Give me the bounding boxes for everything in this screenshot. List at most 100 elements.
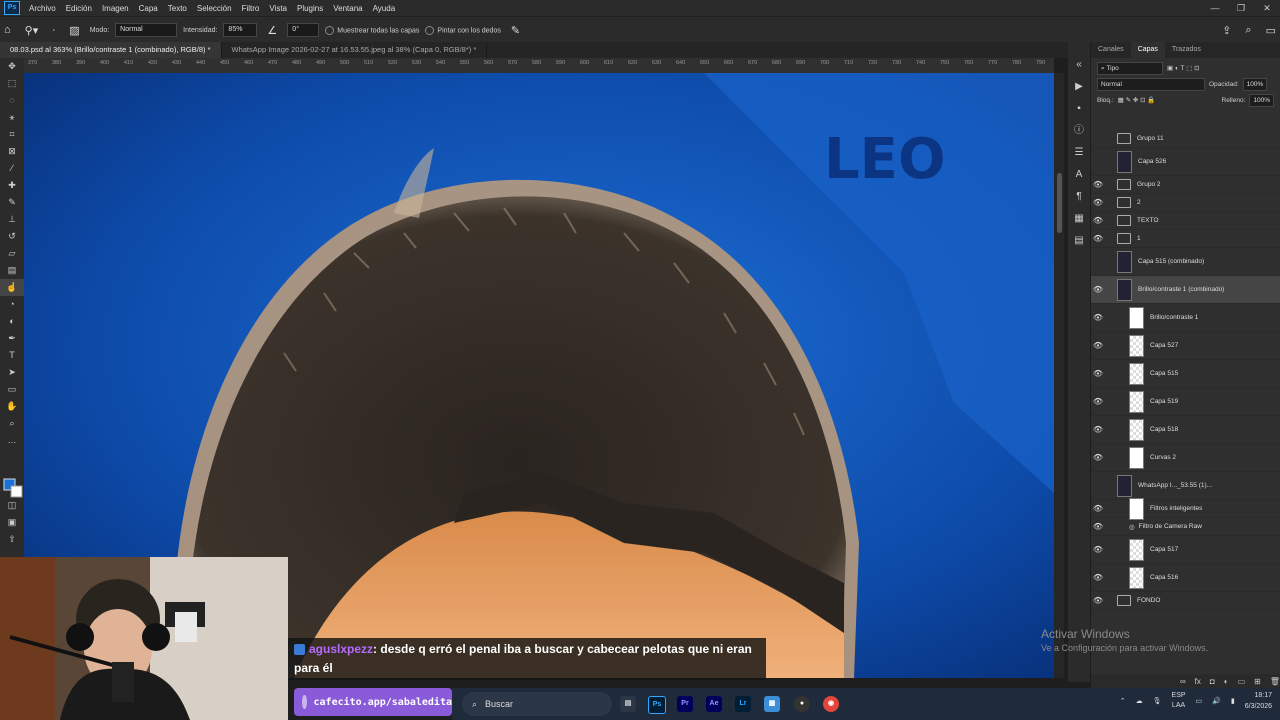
menu-ayuda[interactable]: Ayuda [368,4,401,13]
taskbar-photos-icon[interactable]: ▦ [764,696,780,712]
layer-row[interactable]: 👁 Capa 517 [1091,536,1280,564]
search-icon[interactable]: ⌕ [1241,24,1255,37]
magic-wand-tool-icon[interactable]: ⚹ [0,109,24,126]
home-icon[interactable]: ⌂ [0,24,15,36]
visibility-eye-icon[interactable]: 👁 [1091,341,1105,350]
tray-battery-icon[interactable]: ▮ [1231,697,1235,705]
filter-type-icons[interactable]: ▣ ◐ T ⬚ ⊡ [1167,64,1200,72]
visibility-eye-icon[interactable]: 👁 [1091,596,1105,605]
lasso-tool-icon[interactable]: ◌ [0,92,24,109]
brush-tool-icon[interactable]: ✎ [0,194,24,211]
angle-input[interactable]: 0° [287,23,320,37]
pressure-icon[interactable]: ✎ [507,24,524,37]
layer-row[interactable]: Capa 526 [1091,148,1280,176]
visibility-eye-icon[interactable]: 👁 [1091,313,1105,322]
share-icon[interactable]: ⇪ [1218,24,1235,37]
pen-tool-icon[interactable]: ✒ [0,330,24,347]
layer-row[interactable]: 👁 TEXTO [1091,212,1280,230]
tab-trazados[interactable]: Trazados [1165,42,1208,58]
collapse-icon[interactable]: « [1068,54,1090,76]
comments-icon[interactable]: ▪ [1068,98,1090,120]
eraser-tool-icon[interactable]: ▱ [0,245,24,262]
tray-volume-icon[interactable]: 🔊 [1212,697,1221,705]
layer-row[interactable]: 👁 Capa 515 [1091,360,1280,388]
maximize-icon[interactable]: ❐ [1228,0,1254,16]
layer-row[interactable]: 👁 1 [1091,230,1280,248]
blend-mode-select[interactable]: Normal [1097,77,1205,91]
visibility-eye-icon[interactable]: 👁 [1091,573,1105,582]
smudge-tool-icon[interactable]: ☝ [0,279,24,296]
menu-vista[interactable]: Vista [264,4,292,13]
tab-08-03-psd[interactable]: 08.03.psd al 363% (Brillo/contraste 1 (c… [0,42,222,58]
taskbar-chrome-icon[interactable]: ◉ [823,696,839,712]
path-selection-tool-icon[interactable]: ➤ [0,364,24,381]
crop-tool-icon[interactable]: ⌗ [0,126,24,143]
tray-mic-icon[interactable]: 🎙 [1153,697,1162,705]
history-brush-tool-icon[interactable]: ↺ [0,228,24,245]
layer-row[interactable]: 👁 Capa 519 [1091,388,1280,416]
stamp-tool-icon[interactable]: ⊥ [0,211,24,228]
visibility-eye-icon[interactable]: 👁 [1091,453,1105,462]
layer-row[interactable]: 👁 Filtros inteligentes [1091,497,1280,520]
layer-row[interactable]: 👁 Grupo 2 [1091,176,1280,194]
layer-row[interactable]: 👁 Curvas 2 [1091,444,1280,472]
visibility-eye-icon[interactable]: 👁 [1091,504,1105,513]
play-icon[interactable]: ▶ [1068,76,1090,98]
menu-imagen[interactable]: Imagen [97,4,134,13]
layer-row[interactable]: 👁 Capa 518 [1091,416,1280,444]
vertical-scrollbar[interactable] [1054,73,1064,678]
character-icon[interactable]: A [1068,164,1090,186]
layer-row[interactable]: Grupo 11 [1091,130,1280,148]
move-tool-icon[interactable]: ✥ [0,58,24,75]
tab-canales[interactable]: Canales [1091,42,1131,58]
new-group-icon[interactable]: ▭ [1238,677,1246,686]
dodge-tool-icon[interactable]: ◐ [0,313,24,330]
adjustments-icon[interactable]: ☰ [1068,142,1090,164]
frame-tool-icon[interactable]: ⊠ [0,143,24,160]
adjustment-layer-icon[interactable]: ◐ [1224,677,1229,686]
menu-seleccion[interactable]: Selección [192,4,237,13]
foreground-background-colors[interactable] [3,478,23,498]
libraries-icon[interactable]: ▦ [1068,208,1090,230]
visibility-eye-icon[interactable]: 👁 [1091,397,1105,406]
menu-archivo[interactable]: Archivo [24,4,61,13]
layer-row[interactable]: WhatsApp I..._53.55 (1)... [1091,472,1280,500]
link-layers-icon[interactable]: ∞ [1180,677,1186,686]
eyedropper-tool-icon[interactable]: ⁄ [0,160,24,177]
close-icon[interactable]: ✕ [1254,0,1280,16]
fill-input[interactable]: 100% [1249,93,1274,107]
intensity-input[interactable]: 85% [223,23,258,37]
taskbar-after-effects[interactable]: Ae [706,696,722,712]
scrollbar-thumb[interactable] [1057,173,1062,233]
layer-filter-select[interactable]: ⌕ Tipo [1097,61,1163,75]
brush-settings-icon[interactable]: ▨ [65,24,83,37]
tab-whatsapp-image[interactable]: WhatsApp Image 2026-02-27 at 16.53.55.jp… [222,42,488,58]
visibility-eye-icon[interactable]: 👁 [1091,216,1105,225]
type-tool-icon[interactable]: T [0,347,24,364]
gradient-tool-icon[interactable]: ▤ [0,262,24,279]
screen-mode-icon[interactable]: ▣ [0,517,24,534]
visibility-eye-icon[interactable]: 👁 [1091,234,1105,243]
menu-ventana[interactable]: Ventana [328,4,367,13]
menu-capa[interactable]: Capa [134,4,163,13]
quick-mask-icon[interactable]: ◫ [0,500,24,517]
workspace-icon[interactable]: ▭ [1262,24,1280,37]
photoshop-logo-icon[interactable]: Ps [4,1,20,15]
layer-row[interactable]: Capa 515 (combinado) [1091,248,1280,276]
menu-filtro[interactable]: Filtro [237,4,265,13]
hand-tool-icon[interactable]: ✋ [0,398,24,415]
layer-row[interactable]: 👁 Brillo/contraste 1 [1091,304,1280,332]
delete-layer-icon[interactable]: 🗑 [1270,677,1280,686]
visibility-eye-icon[interactable]: 👁 [1091,198,1105,207]
menu-plugins[interactable]: Plugins [292,4,328,13]
taskbar-obs-icon[interactable]: ● [794,696,810,712]
more-tools-icon[interactable]: … [0,432,24,449]
minimize-icon[interactable]: — [1202,0,1228,16]
layer-row[interactable]: 👁 ◎ Filtro de Camera Raw [1091,518,1280,536]
visibility-eye-icon[interactable]: 👁 [1091,369,1105,378]
taskbar-premiere[interactable]: Pr [677,696,693,712]
visibility-eye-icon[interactable]: 👁 [1091,180,1105,189]
visibility-eye-icon[interactable]: 👁 [1091,285,1105,294]
tab-capas[interactable]: Capas [1130,42,1165,58]
menu-edicion[interactable]: Edición [61,4,97,13]
